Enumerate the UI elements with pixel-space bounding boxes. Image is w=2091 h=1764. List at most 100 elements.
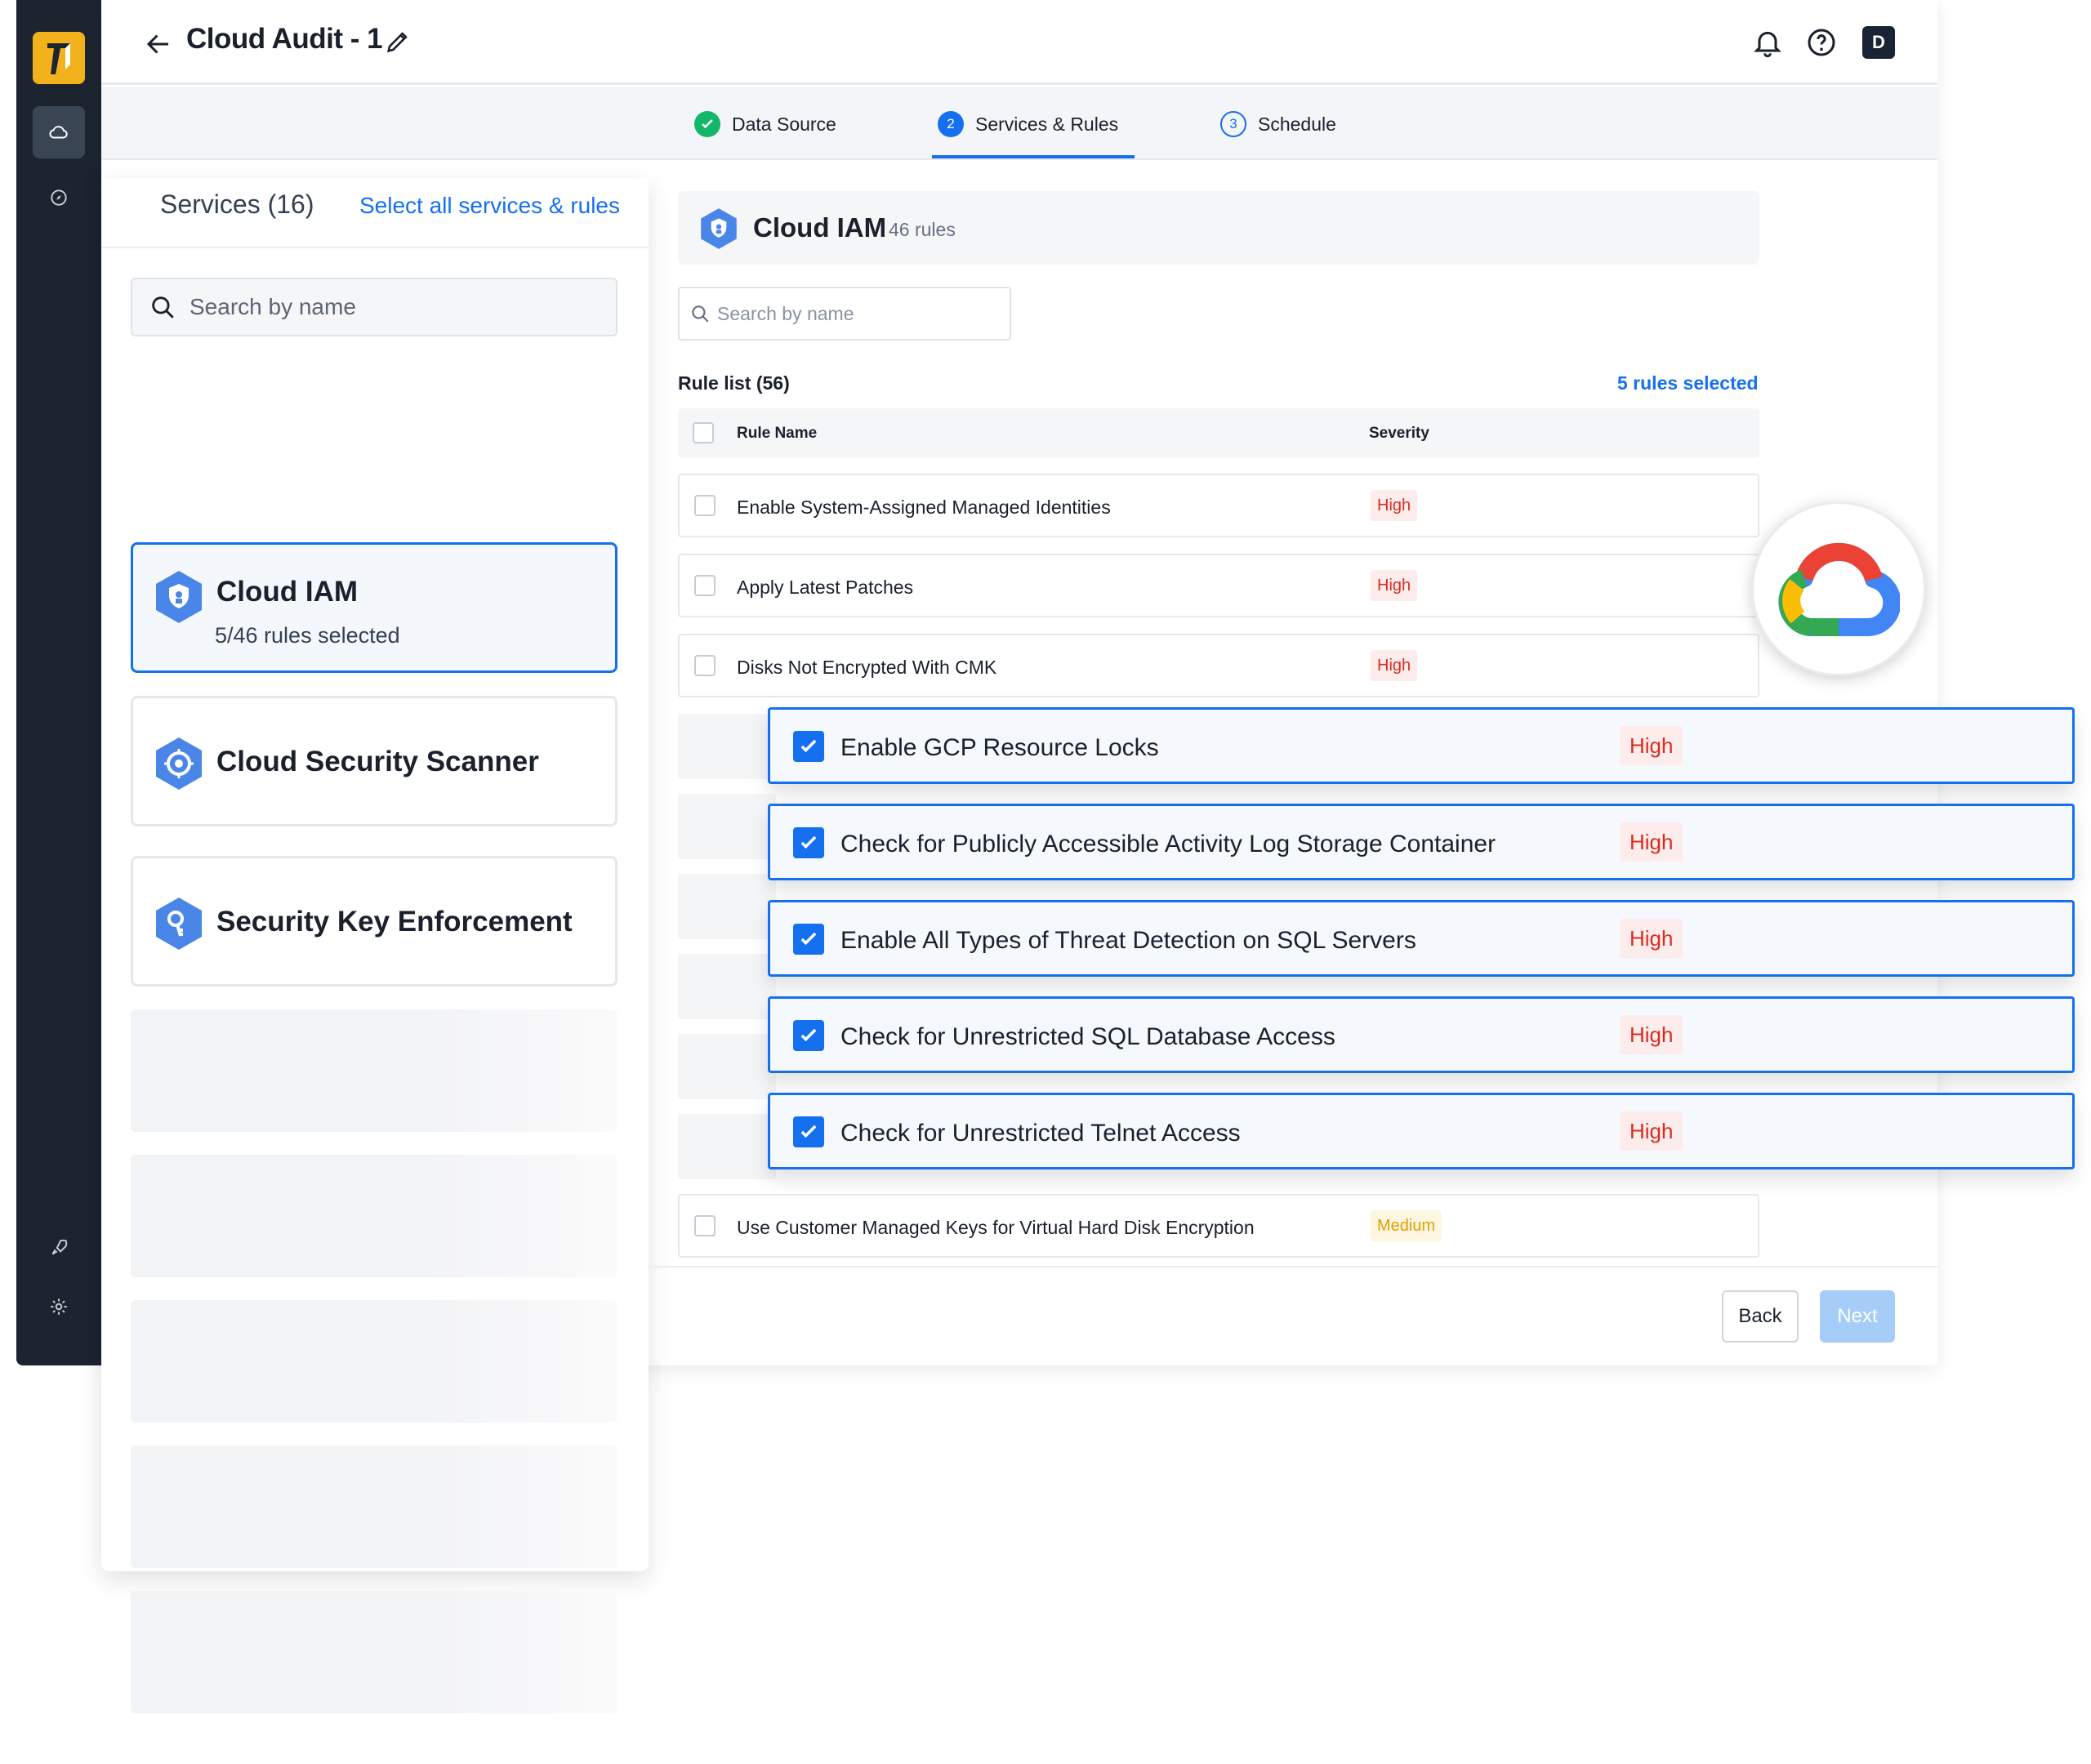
column-header-rule-name: Rule Name [737,425,818,442]
severity-badge: High [1371,490,1418,521]
table-row[interactable]: Apply Latest Patches High [678,554,1759,617]
services-search-input[interactable] [189,294,582,320]
row-checkbox-checked[interactable] [793,924,824,955]
row-checkbox-checked[interactable] [793,731,824,762]
select-all-link[interactable]: Select all services & rules [359,193,620,219]
rules-header: Cloud IAM 46 rules [678,191,1759,265]
row-checkbox-checked[interactable] [793,827,824,858]
rule-name: Check for Publicly Accessible Activity L… [840,831,1496,858]
divider [101,247,649,248]
tab-data-source[interactable]: Data Source [694,111,836,137]
service-card-security-key-enforcement[interactable]: Security Key Enforcement [131,856,617,987]
skeleton-card [131,1591,617,1713]
rocket-icon [51,1239,68,1255]
service-subtext: 5/46 rules selected [215,623,400,648]
nav-compass[interactable] [33,172,85,224]
help-icon[interactable] [1805,26,1838,59]
row-checkbox-checked[interactable] [793,1116,824,1147]
rule-name: Enable System-Assigned Managed Identitie… [737,497,1111,518]
table-row[interactable]: Enable System-Assigned Managed Identitie… [678,474,1759,537]
checkmark-icon [800,835,817,849]
rule-name: Disks Not Encrypted With CMK [737,657,997,678]
step-label: Data Source [732,113,836,135]
rules-search-input[interactable] [717,302,995,325]
column-header-severity: Severity [1369,425,1429,442]
service-card-cloud-iam[interactable]: Cloud IAM 5/46 rules selected [131,542,617,673]
side-nav [16,0,101,1365]
nav-cloud[interactable] [33,106,85,158]
selected-rule-row[interactable]: Check for Unrestricted Telnet Access Hig… [768,1093,2075,1169]
row-checkbox-checked[interactable] [793,1020,824,1051]
table-row[interactable]: Disks Not Encrypted With CMK High [678,634,1759,697]
checkmark-icon [800,1028,817,1042]
select-all-checkbox[interactable] [693,422,714,443]
row-checkbox[interactable] [694,495,716,516]
nav-settings[interactable] [33,1281,85,1333]
check-circle-icon [694,111,720,137]
shield-icon [156,571,202,623]
compass-icon [51,189,67,206]
row-checkbox[interactable] [694,1215,716,1236]
checkmark-icon [800,739,817,753]
row-placeholder [678,954,776,1019]
rule-name: Check for Unrestricted SQL Database Acce… [840,1023,1335,1050]
google-cloud-icon [1778,542,1900,637]
rules-service-count: 46 rules [889,219,956,240]
row-placeholder [678,714,776,779]
table-row[interactable]: Use Customer Managed Keys for Virtual Ha… [678,1194,1759,1258]
step-number: 3 [1220,111,1246,137]
service-name: Cloud Security Scanner [216,746,539,777]
avatar[interactable]: D [1862,26,1895,59]
step-label: Schedule [1258,113,1336,135]
row-checkbox[interactable] [694,575,716,596]
rule-name: Apply Latest Patches [737,577,914,598]
google-cloud-logo [1751,501,1926,676]
row-checkbox[interactable] [694,655,716,676]
selected-rule-row[interactable]: Enable GCP Resource Locks High [768,707,2075,784]
skeleton-card [131,1300,617,1423]
services-search[interactable] [131,278,617,336]
rules-selected-count[interactable]: 5 rules selected [1617,372,1759,394]
checkmark-icon [800,932,817,946]
cloud-icon [49,126,68,139]
logo-icon [33,32,85,84]
skeleton-card [131,1009,617,1132]
service-name: Cloud IAM [216,576,359,608]
rule-name: Use Customer Managed Keys for Virtual Ha… [737,1217,1255,1238]
severity-badge: Medium [1371,1210,1442,1241]
step-number: 2 [938,111,964,137]
tab-schedule[interactable]: 3 Schedule [1220,111,1336,137]
row-placeholder [678,874,776,939]
step-label: Services & Rules [975,113,1119,135]
row-placeholder [678,1034,776,1099]
skeleton-card [131,1155,617,1277]
search-icon [152,296,174,318]
back-arrow-icon[interactable] [144,29,173,59]
rule-name: Enable All Types of Threat Detection on … [840,927,1416,954]
next-button[interactable]: Next [1820,1290,1895,1343]
selected-rule-row[interactable]: Enable All Types of Threat Detection on … [768,900,2075,977]
rules-service-name: Cloud IAM [753,212,887,243]
app-logo[interactable] [33,32,85,84]
active-step-indicator [932,155,1135,158]
severity-badge: High [1620,726,1683,765]
selected-rule-row[interactable]: Check for Unrestricted SQL Database Acce… [768,996,2075,1073]
services-title: Services (16) [160,189,314,219]
selected-rule-row[interactable]: Check for Publicly Accessible Activity L… [768,804,2075,880]
severity-badge: High [1371,650,1418,681]
severity-badge: High [1620,822,1683,862]
pencil-icon[interactable] [384,28,412,56]
stepper: Data Source 2 Services & Rules 3 Schedul… [101,87,1937,160]
back-button[interactable]: Back [1722,1290,1799,1343]
nav-rocket[interactable] [33,1222,85,1274]
checkmark-icon [800,1125,817,1138]
bell-icon[interactable] [1751,26,1784,59]
severity-badge: High [1620,1015,1683,1054]
gear-icon [51,1298,67,1315]
service-card-cloud-security-scanner[interactable]: Cloud Security Scanner [131,696,617,826]
rules-search[interactable] [678,287,1011,341]
tab-services-rules[interactable]: 2 Services & Rules [938,111,1118,137]
skeleton-card [131,1446,617,1568]
rule-name: Enable GCP Resource Locks [840,734,1159,761]
page-title: Cloud Audit - 1 [186,23,383,55]
